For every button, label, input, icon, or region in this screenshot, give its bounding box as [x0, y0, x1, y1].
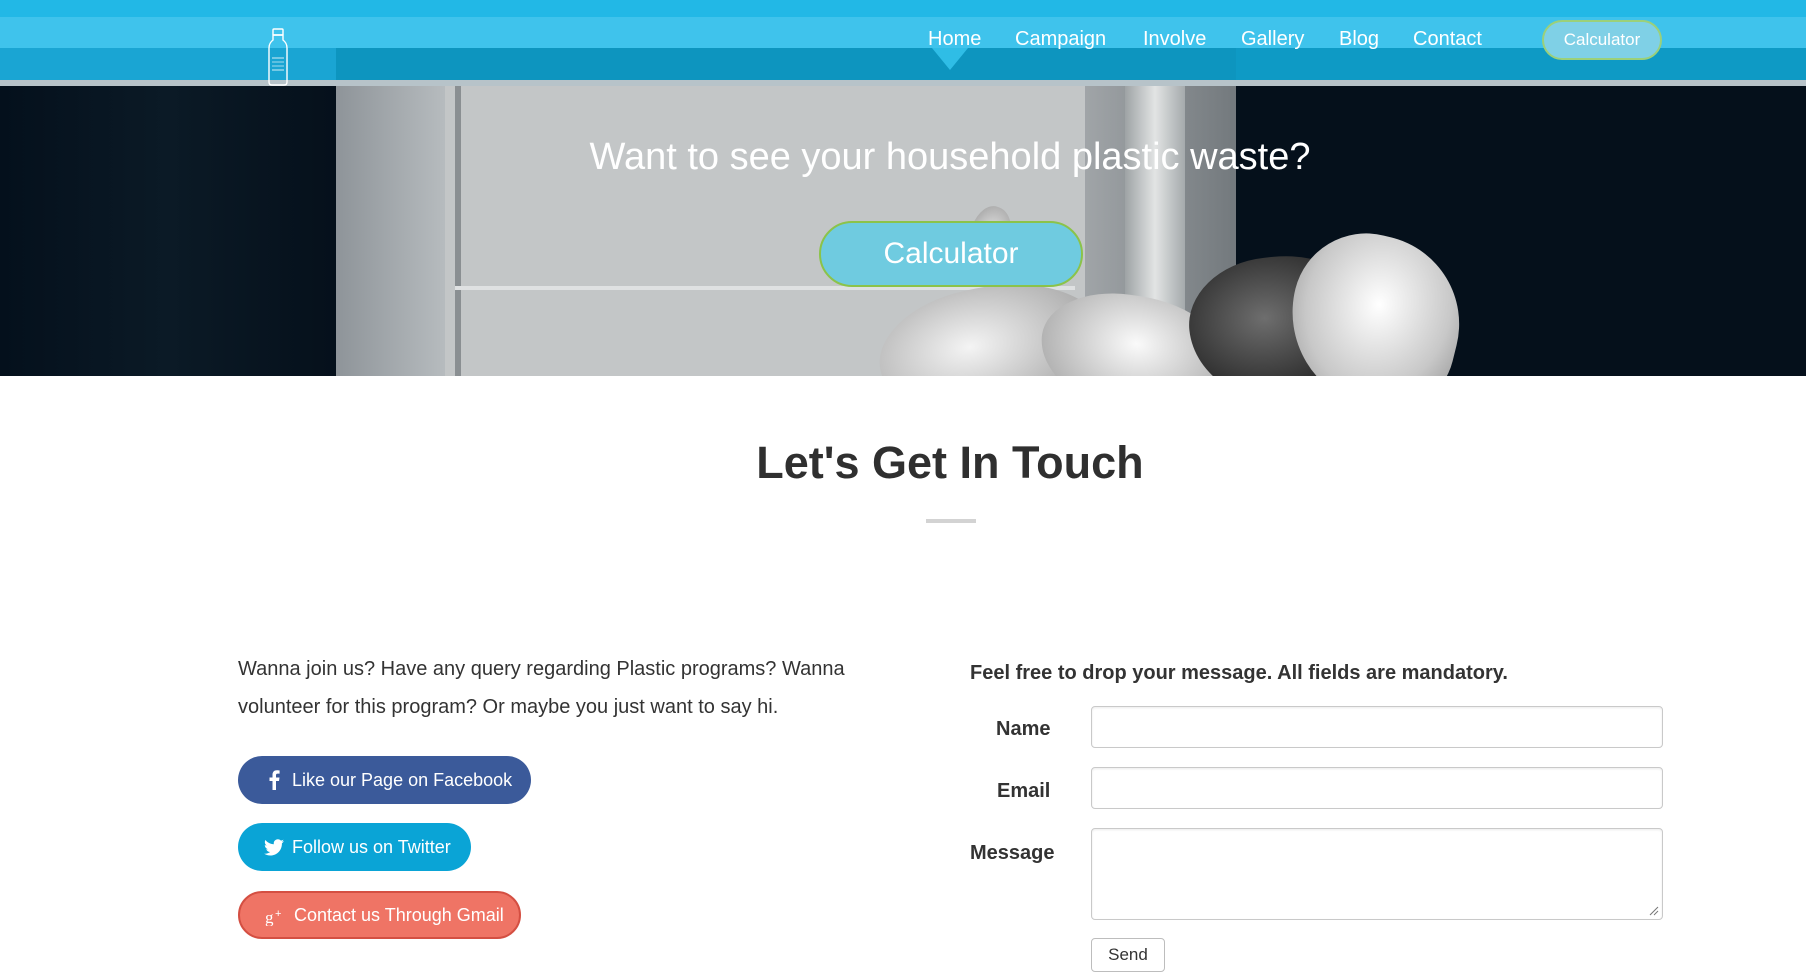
twitter-button[interactable]: Follow us on Twitter	[238, 823, 471, 871]
contact-intro-text: Wanna join us? Have any query regarding …	[238, 658, 845, 718]
name-label: Name	[996, 718, 1051, 740]
hero-banner: Want to see your household plastic waste…	[0, 86, 1806, 376]
svg-text:g: g	[265, 908, 274, 926]
nav-calculator-button[interactable]: Calculator	[1542, 20, 1662, 60]
hero-title: Want to see your household plastic waste…	[589, 136, 1311, 178]
nav-item-home[interactable]: Home	[928, 26, 981, 52]
message-label: Message	[970, 842, 1055, 864]
navbar-background-top	[0, 0, 1806, 17]
bottle-icon[interactable]	[266, 28, 290, 86]
top-navbar: Home Campaign Involve Gallery Blog Conta…	[0, 0, 1806, 86]
facebook-button[interactable]: Like our Page on Facebook	[238, 756, 531, 804]
twitter-button-label: Follow us on Twitter	[292, 837, 451, 857]
facebook-button-label: Like our Page on Facebook	[292, 770, 513, 790]
section-title: Let's Get In Touch	[756, 437, 1144, 488]
resize-grip-icon[interactable]	[1649, 906, 1659, 916]
nav-item-involve[interactable]: Involve	[1143, 26, 1206, 52]
name-field[interactable]	[1091, 706, 1663, 748]
nav-item-campaign[interactable]: Campaign	[1015, 26, 1106, 52]
nav-item-contact[interactable]: Contact	[1413, 26, 1482, 52]
facebook-icon	[262, 756, 286, 804]
section-divider	[926, 519, 976, 523]
gmail-button[interactable]: g + Contact us Through Gmail	[238, 891, 521, 939]
navbar-background-bottom-right	[1236, 48, 1806, 80]
email-label: Email	[997, 780, 1051, 802]
nav-item-gallery[interactable]: Gallery	[1241, 26, 1304, 52]
twitter-icon	[262, 823, 286, 871]
email-field[interactable]	[1091, 767, 1663, 809]
message-field[interactable]	[1091, 828, 1663, 920]
hero-door-edge	[455, 86, 461, 376]
gmail-button-label: Contact us Through Gmail	[294, 905, 504, 925]
hero-calculator-button[interactable]: Calculator	[819, 221, 1083, 287]
google-plus-icon: g +	[264, 893, 288, 941]
hero-background-left	[0, 86, 336, 376]
form-instructions: Feel free to drop your message. All fiel…	[970, 662, 1508, 684]
svg-text:+: +	[275, 908, 281, 920]
nav-item-blog[interactable]: Blog	[1339, 26, 1379, 52]
